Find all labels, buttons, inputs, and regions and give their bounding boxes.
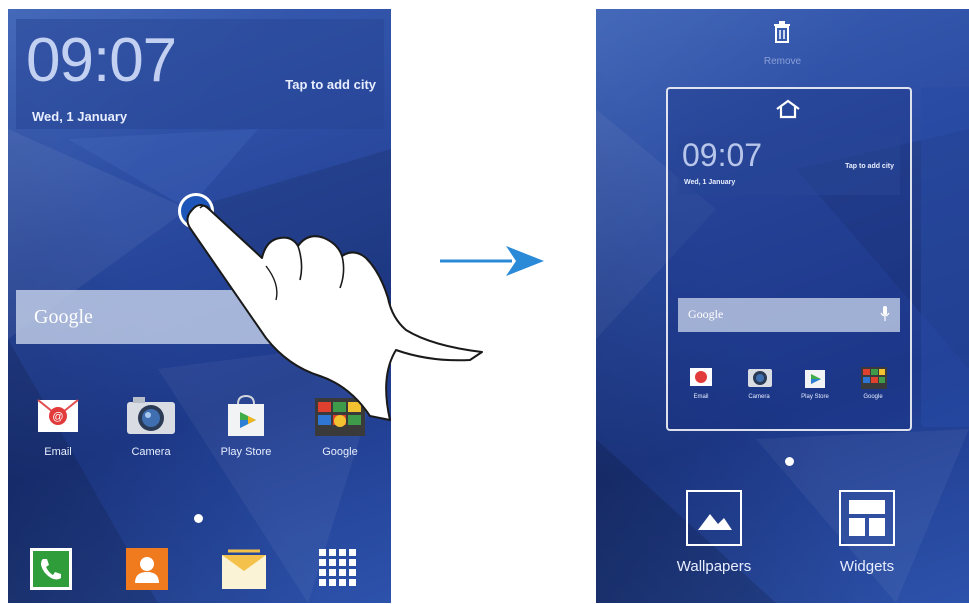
page-indicator-dot bbox=[194, 514, 203, 523]
mini-app-play-store: Play Store bbox=[790, 365, 840, 400]
wallpapers-option[interactable]: Wallpapers bbox=[654, 490, 774, 575]
arrow-right-icon bbox=[440, 246, 544, 276]
remove-label: Remove bbox=[763, 56, 802, 67]
page-indicator-dot bbox=[785, 457, 794, 466]
mini-app-label: Play Store bbox=[801, 394, 829, 400]
mini-google-label: Google bbox=[688, 307, 724, 321]
home-icon[interactable] bbox=[775, 99, 801, 119]
play-store-icon bbox=[803, 365, 827, 389]
clock-time: 09:07 bbox=[26, 26, 177, 95]
mini-google-search-bar: Google bbox=[678, 298, 900, 332]
app-label: Google bbox=[322, 446, 358, 458]
mini-clock-time: 09:07 bbox=[682, 137, 763, 173]
svg-text:@: @ bbox=[52, 411, 63, 423]
app-label: Email bbox=[44, 446, 72, 458]
clock-date: Wed, 1 January bbox=[32, 109, 128, 124]
mini-add-city: Tap to add city bbox=[845, 163, 894, 170]
next-page-preview[interactable] bbox=[921, 87, 969, 427]
camera-icon bbox=[747, 365, 772, 389]
mini-clock-widget: 09:07 Wed, 1 January Tap to add city bbox=[678, 135, 900, 195]
mini-app-label: Google bbox=[863, 394, 883, 400]
trash-icon bbox=[774, 21, 790, 43]
app-email[interactable]: @ Email bbox=[18, 394, 98, 458]
mini-app-label: Email bbox=[693, 394, 709, 400]
mini-app-email: Email bbox=[676, 365, 726, 400]
google-folder-icon bbox=[861, 365, 887, 389]
messages-icon[interactable] bbox=[220, 547, 266, 591]
hand-pointer-icon bbox=[186, 204, 483, 421]
app-label: Play Store bbox=[220, 446, 272, 458]
widgets-label: Widgets bbox=[839, 558, 895, 575]
add-city-link[interactable]: Tap to add city bbox=[285, 77, 376, 92]
home-screen-edit-mode[interactable]: Remove 09:07 Wed, 1 January Tap to add c… bbox=[596, 9, 969, 603]
remove-drop-zone[interactable]: Remove bbox=[596, 9, 969, 73]
widgets-icon bbox=[839, 490, 895, 546]
apps-grid-icon[interactable] bbox=[317, 547, 361, 591]
wallpapers-label: Wallpapers bbox=[676, 558, 752, 575]
contacts-icon[interactable] bbox=[125, 547, 169, 591]
home-page-preview[interactable]: 09:07 Wed, 1 January Tap to add city Goo… bbox=[666, 87, 912, 431]
app-label: Camera bbox=[131, 446, 171, 458]
google-search-label: Google bbox=[34, 306, 93, 328]
mini-app-label: Camera bbox=[748, 394, 770, 400]
mini-app-camera: Camera bbox=[734, 365, 784, 400]
widgets-option[interactable]: Widgets bbox=[807, 490, 927, 575]
mini-clock-date: Wed, 1 January bbox=[684, 179, 736, 186]
camera-icon bbox=[127, 394, 175, 438]
microphone-icon bbox=[880, 306, 890, 321]
phone-icon[interactable] bbox=[29, 547, 73, 591]
wallpapers-icon bbox=[686, 490, 742, 546]
email-icon: @ bbox=[36, 394, 80, 438]
email-icon bbox=[689, 365, 713, 389]
clock-widget[interactable]: 09:07 Wed, 1 January Tap to add city bbox=[16, 19, 384, 129]
mini-app-google: Google bbox=[848, 365, 898, 400]
